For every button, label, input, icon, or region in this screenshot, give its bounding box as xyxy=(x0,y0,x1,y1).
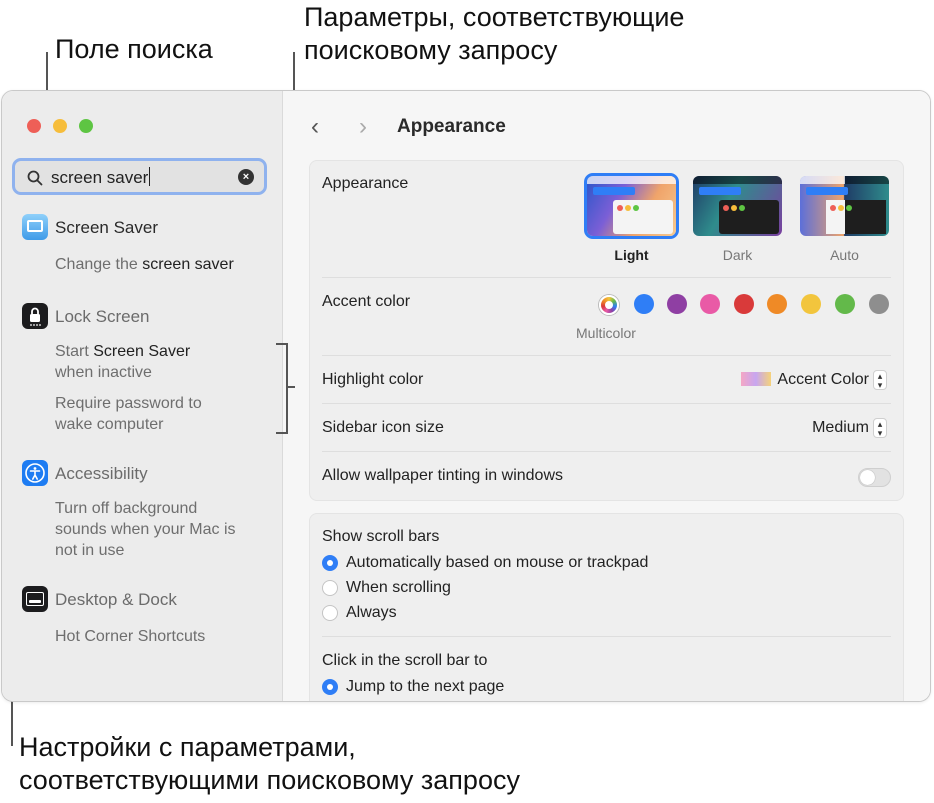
callout-bracket-vertical xyxy=(286,343,288,434)
show-scroll-bars-label: Show scroll bars xyxy=(322,528,440,545)
minimize-button[interactable] xyxy=(53,119,67,133)
search-icon xyxy=(27,170,43,186)
sidebar-item-accessibility[interactable]: Accessibility xyxy=(55,464,148,484)
callout-matching-options-line1: Параметры, соответствующие xyxy=(304,2,685,32)
text-caret xyxy=(149,167,151,186)
sub-match-text: Screen Saver xyxy=(93,343,191,360)
sidebar-item-screen-saver[interactable]: Screen Saver xyxy=(55,218,158,238)
settings-window: screen saver × Screen Saver Change the s… xyxy=(1,90,931,702)
sidebar-item-lock-screen[interactable]: Lock Screen xyxy=(55,307,150,327)
appearance-card: Appearance Light Dark Auto Accent color … xyxy=(309,160,904,501)
radio-jump-next-page[interactable] xyxy=(322,679,338,695)
radio-when-scrolling[interactable] xyxy=(322,580,338,596)
accent-yellow-swatch[interactable] xyxy=(801,294,821,314)
radio-jump-next-page-label[interactable]: Jump to the next page xyxy=(346,678,504,696)
sub-text: sounds when your Mac is xyxy=(55,521,236,538)
callout-bracket-bottom xyxy=(276,432,288,434)
sidebar-sub-require-password[interactable]: Require password to wake computer xyxy=(55,393,202,435)
divider xyxy=(322,355,891,356)
sub-text: Change the xyxy=(55,256,143,273)
accent-blue-swatch[interactable] xyxy=(634,294,654,314)
appearance-option-dark[interactable] xyxy=(693,176,782,236)
sub-text: Require password to xyxy=(55,395,202,412)
sidebar-sub-change-screen-saver[interactable]: Change the screen saver xyxy=(55,254,234,275)
accessibility-icon xyxy=(22,460,48,486)
appearance-label: Appearance xyxy=(322,175,409,192)
accent-graphite-swatch[interactable] xyxy=(869,294,889,314)
radio-when-scrolling-label[interactable]: When scrolling xyxy=(346,579,451,597)
click-scroll-bar-label: Click in the scroll bar to xyxy=(322,652,488,669)
sidebar-sub-hot-corner[interactable]: Hot Corner Shortcuts xyxy=(55,626,205,647)
sidebar-item-desktop-dock[interactable]: Desktop & Dock xyxy=(55,590,177,610)
search-value: screen saver xyxy=(51,168,149,187)
accent-green-swatch[interactable] xyxy=(835,294,855,314)
sidebar-icon-size-label: Sidebar icon size xyxy=(322,419,444,436)
main-pane: ‹ › Appearance Appearance Light Dark Aut… xyxy=(283,91,930,701)
accent-purple-swatch[interactable] xyxy=(667,294,687,314)
radio-automatic[interactable] xyxy=(322,555,338,571)
sub-text: Start xyxy=(55,343,94,360)
light-preview-image xyxy=(587,176,676,236)
divider xyxy=(322,277,891,278)
dock-icon xyxy=(22,586,48,612)
callout-matching-settings-line2: соответствующими поисковому запросу xyxy=(19,765,520,795)
sidebar-icon-size-value: Medium xyxy=(812,419,869,436)
sidebar-sub-background-sounds[interactable]: Turn off background sounds when your Mac… xyxy=(55,498,236,561)
search-field[interactable]: screen saver × xyxy=(12,158,267,195)
highlight-color-label: Highlight color xyxy=(322,371,424,388)
close-button[interactable] xyxy=(27,119,41,133)
wallpaper-tinting-toggle[interactable] xyxy=(858,468,891,487)
scroll-bars-card: Show scroll bars Automatically based on … xyxy=(309,513,904,701)
wallpaper-tinting-label: Allow wallpaper tinting in windows xyxy=(322,467,564,484)
callout-matching-options: Параметры, соответствующие поисковому за… xyxy=(304,1,684,67)
callout-matching-settings: Настройки с параметрами, соответствующим… xyxy=(19,731,520,797)
popup-chevron-icon: ▴ ▾ xyxy=(873,418,887,438)
appearance-label-dark: Dark xyxy=(722,247,753,263)
appearance-option-auto[interactable] xyxy=(800,176,889,236)
page-title: Appearance xyxy=(397,116,506,137)
sidebar: screen saver × Screen Saver Change the s… xyxy=(2,91,283,701)
sidebar-sub-start-screen-saver[interactable]: Start Screen Saver when inactive xyxy=(55,341,190,383)
appearance-label-light: Light xyxy=(614,247,649,263)
sub-text: Turn off background xyxy=(55,500,198,517)
highlight-swatch-icon xyxy=(741,372,772,386)
sub-match-text: screen saver xyxy=(142,256,234,273)
accent-pink-swatch[interactable] xyxy=(700,294,720,314)
radio-always[interactable] xyxy=(322,605,338,621)
sidebar-icon-size-popup[interactable]: Medium ▴ ▾ xyxy=(812,418,887,438)
popup-chevron-icon: ▴ ▾ xyxy=(873,370,887,390)
callout-matching-settings-line1: Настройки с параметрами, xyxy=(19,732,356,762)
search-input[interactable]: screen saver xyxy=(51,167,151,188)
sub-text: when inactive xyxy=(55,364,152,381)
highlight-color-popup[interactable]: Accent Color ▴ ▾ xyxy=(741,370,887,390)
screen-saver-icon xyxy=(22,214,48,240)
highlight-color-value: Accent Color xyxy=(777,371,869,388)
back-button[interactable]: ‹ xyxy=(311,113,319,141)
callout-matching-options-line2: поисковому запросу xyxy=(304,35,558,65)
sub-text: not in use xyxy=(55,542,125,559)
callout-bracket-top xyxy=(276,343,288,345)
sub-text: wake computer xyxy=(55,416,164,433)
accent-selected-name: Multicolor xyxy=(576,325,636,341)
zoom-button[interactable] xyxy=(79,119,93,133)
forward-button[interactable]: › xyxy=(359,113,367,141)
clear-search-icon[interactable]: × xyxy=(238,169,254,185)
callout-search-field: Поле поиска xyxy=(55,34,213,64)
divider xyxy=(322,636,891,637)
radio-automatic-label[interactable]: Automatically based on mouse or trackpad xyxy=(346,554,648,572)
appearance-label-auto: Auto xyxy=(830,247,859,263)
lock-icon xyxy=(22,303,48,329)
radio-always-label[interactable]: Always xyxy=(346,604,397,622)
divider xyxy=(322,403,891,404)
accent-color-label: Accent color xyxy=(322,293,411,310)
accent-orange-swatch[interactable] xyxy=(767,294,787,314)
divider xyxy=(322,451,891,452)
accent-multicolor-swatch[interactable] xyxy=(599,295,619,315)
accent-red-swatch[interactable] xyxy=(734,294,754,314)
